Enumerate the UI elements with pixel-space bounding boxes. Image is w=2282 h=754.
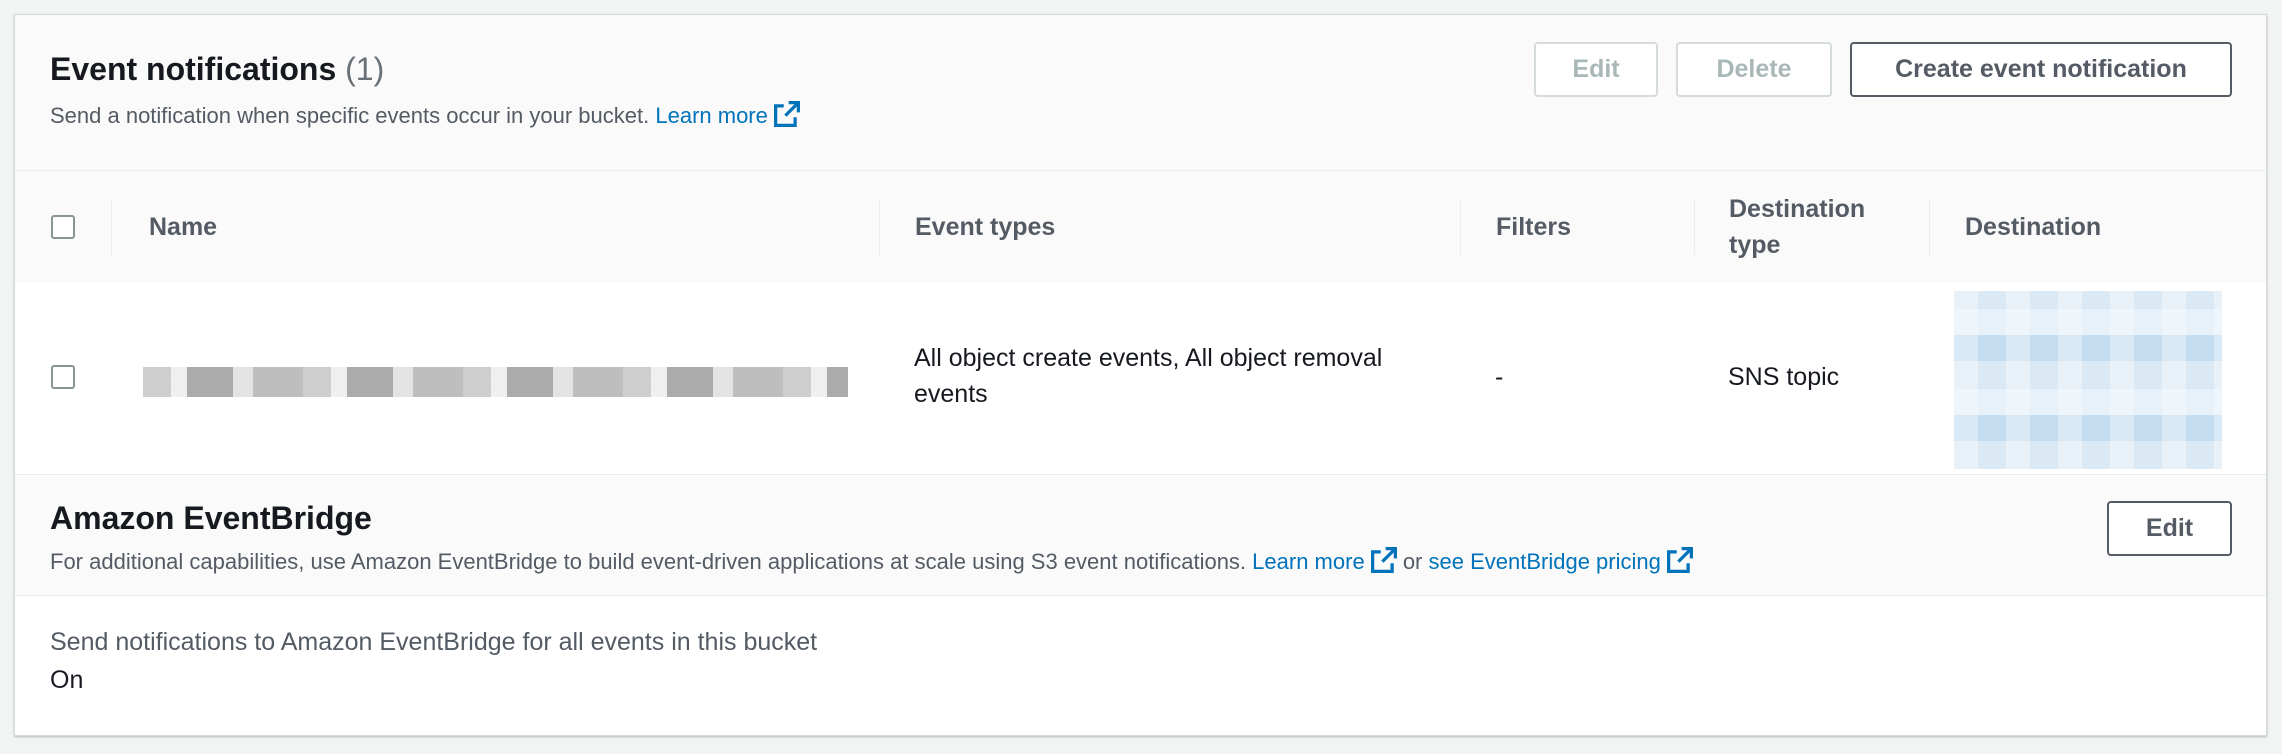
- delete-notification-button[interactable]: Delete: [1676, 42, 1832, 97]
- destination-type-cell: SNS topic: [1728, 363, 1840, 391]
- column-header-destination-type[interactable]: Destination type: [1729, 191, 1889, 263]
- description-text: Send a notification when specific events…: [50, 103, 650, 128]
- column-divider: [1460, 199, 1461, 255]
- column-divider: [111, 199, 112, 255]
- column-divider: [879, 199, 880, 255]
- external-link-icon[interactable]: [1370, 547, 1397, 579]
- or-text: or: [1402, 549, 1423, 574]
- eventbridge-section-header: Amazon EventBridge For additional capabi…: [15, 475, 2266, 596]
- eventbridge-setting-label: Send notifications to Amazon EventBridge…: [50, 628, 818, 656]
- select-all-checkbox[interactable]: [51, 215, 75, 239]
- event-notifications-panel: Event notifications (1) Send a notificat…: [14, 14, 2267, 736]
- event-types-cell: All object create events, All object rem…: [914, 344, 1383, 408]
- eventbridge-title: Amazon EventBridge: [50, 500, 372, 536]
- create-event-notification-button[interactable]: Create event notification: [1850, 42, 2232, 97]
- event-notifications-description: Send a notification when specific events…: [50, 101, 800, 133]
- column-header-filters[interactable]: Filters: [1496, 209, 1571, 245]
- redacted-destination[interactable]: [1954, 291, 2222, 469]
- redacted-notification-name[interactable]: [143, 367, 848, 397]
- notification-count: (1): [345, 51, 385, 87]
- external-link-icon[interactable]: [773, 101, 800, 133]
- column-header-destination[interactable]: Destination: [1965, 209, 2101, 245]
- eventbridge-description: For additional capabilities, use Amazon …: [50, 547, 1693, 579]
- section-title: Event notifications: [50, 51, 337, 87]
- event-notifications-title: Event notifications (1): [50, 51, 384, 88]
- table-row: All object create events, All object rem…: [15, 283, 2266, 475]
- column-header-name[interactable]: Name: [149, 209, 217, 245]
- column-divider: [1694, 199, 1695, 255]
- filters-cell: -: [1495, 363, 1504, 391]
- table-header: Name Event types Filters Destination typ…: [15, 170, 2266, 284]
- eventbridge-pricing-link[interactable]: see EventBridge pricing: [1429, 549, 1661, 574]
- eventbridge-edit-button[interactable]: Edit: [2107, 501, 2232, 556]
- column-divider: [1929, 199, 1930, 255]
- row-checkbox[interactable]: [51, 365, 75, 389]
- external-link-icon[interactable]: [1666, 547, 1693, 579]
- column-header-event-types[interactable]: Event types: [915, 209, 1055, 245]
- eventbridge-setting-value: On: [50, 666, 84, 694]
- eventbridge-description-text: For additional capabilities, use Amazon …: [50, 549, 1247, 574]
- eventbridge-settings: Send notifications to Amazon EventBridge…: [15, 596, 2266, 735]
- edit-notification-button[interactable]: Edit: [1534, 42, 1658, 97]
- learn-more-link[interactable]: Learn more: [655, 103, 768, 128]
- eventbridge-learn-more-link[interactable]: Learn more: [1252, 549, 1365, 574]
